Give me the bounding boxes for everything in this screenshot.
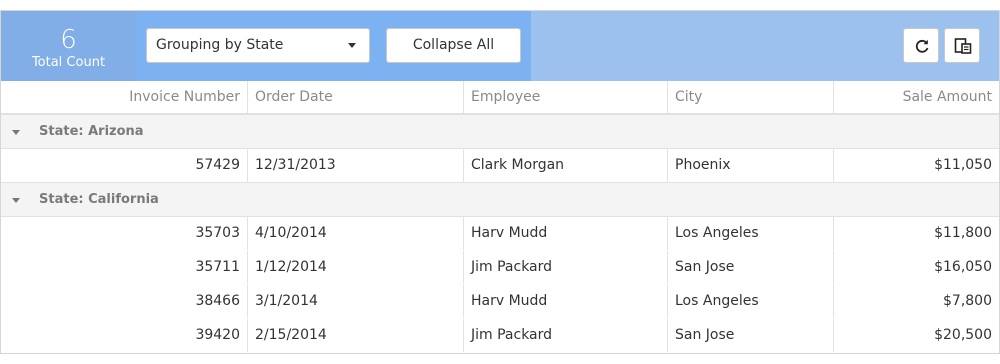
- caret-down-icon[interactable]: [12, 198, 20, 203]
- cell-order-date: 12/31/2013: [248, 149, 464, 182]
- table-row[interactable]: 38466 3/1/2014 Harv Mudd Los Angeles $7,…: [1, 285, 999, 319]
- collapse-all-button[interactable]: Collapse All: [386, 28, 521, 63]
- toolbar: 6 Total Count Grouping by State Collapse…: [1, 11, 999, 81]
- export-button[interactable]: [944, 28, 980, 63]
- cell-sale-amount: $11,800: [934, 225, 992, 241]
- refresh-button[interactable]: [903, 28, 939, 63]
- cell-city: Los Angeles: [668, 285, 834, 318]
- cell-order-date: 3/1/2014: [248, 285, 464, 318]
- sales-table: Invoice Number Order Date Employee City …: [1, 81, 999, 353]
- cell-sale-amount: $20,500: [934, 327, 992, 343]
- cell-employee: Clark Morgan: [464, 149, 668, 182]
- cell-employee: Jim Packard: [464, 251, 668, 284]
- refresh-icon: [915, 39, 929, 53]
- cell-employee: Jim Packard: [464, 319, 668, 352]
- data-grid-widget: 6 Total Count Grouping by State Collapse…: [0, 10, 1000, 354]
- cell-invoice-number: 39420: [1, 319, 248, 352]
- cell-city: Los Angeles: [668, 217, 834, 250]
- cell-invoice-number: 38466: [1, 285, 248, 318]
- cell-order-date: 2/15/2014: [248, 319, 464, 352]
- cell-order-date: 1/12/2014: [248, 251, 464, 284]
- column-header-employee[interactable]: Employee: [464, 81, 668, 114]
- total-count-value: 6: [60, 25, 77, 55]
- chevron-down-icon: [348, 43, 356, 48]
- export-icon: [954, 38, 972, 54]
- cell-employee: Harv Mudd: [464, 285, 668, 318]
- grouping-select-value: Grouping by State: [156, 37, 284, 53]
- column-header-sale-amount[interactable]: Sale Amount: [834, 81, 999, 114]
- table-row[interactable]: 35711 1/12/2014 Jim Packard San Jose $16…: [1, 251, 999, 285]
- caret-down-icon[interactable]: [12, 130, 20, 135]
- table-row[interactable]: 39420 2/15/2014 Jim Packard San Jose $20…: [1, 319, 999, 353]
- cell-city: San Jose: [668, 251, 834, 284]
- group-row-arizona[interactable]: State: Arizona: [1, 115, 999, 149]
- group-label: State: Arizona: [39, 124, 144, 139]
- cell-city: Phoenix: [668, 149, 834, 182]
- total-count-box: 6 Total Count: [1, 11, 136, 81]
- table-header-row: Invoice Number Order Date Employee City …: [1, 81, 999, 115]
- column-header-city[interactable]: City: [668, 81, 834, 114]
- cell-invoice-number: 57429: [1, 149, 248, 182]
- cell-sale-amount: $7,800: [943, 293, 992, 309]
- cell-invoice-number: 35703: [1, 217, 248, 250]
- cell-sale-amount: $11,050: [934, 157, 992, 173]
- column-header-order-date[interactable]: Order Date: [248, 81, 464, 114]
- cell-order-date: 4/10/2014: [248, 217, 464, 250]
- cell-sale-amount: $16,050: [934, 259, 992, 275]
- grouping-select[interactable]: Grouping by State: [146, 28, 370, 63]
- table-row[interactable]: 57429 12/31/2013 Clark Morgan Phoenix $1…: [1, 149, 999, 183]
- group-label: State: California: [39, 192, 159, 207]
- total-count-label: Total Count: [31, 55, 106, 70]
- group-row-california[interactable]: State: California: [1, 183, 999, 217]
- column-header-invoice-number[interactable]: Invoice Number: [1, 81, 248, 114]
- cell-employee: Harv Mudd: [464, 217, 668, 250]
- table-row[interactable]: 35703 4/10/2014 Harv Mudd Los Angeles $1…: [1, 217, 999, 251]
- cell-invoice-number: 35711: [1, 251, 248, 284]
- cell-city: San Jose: [668, 319, 834, 352]
- grouping-panel: Grouping by State Collapse All: [136, 11, 531, 81]
